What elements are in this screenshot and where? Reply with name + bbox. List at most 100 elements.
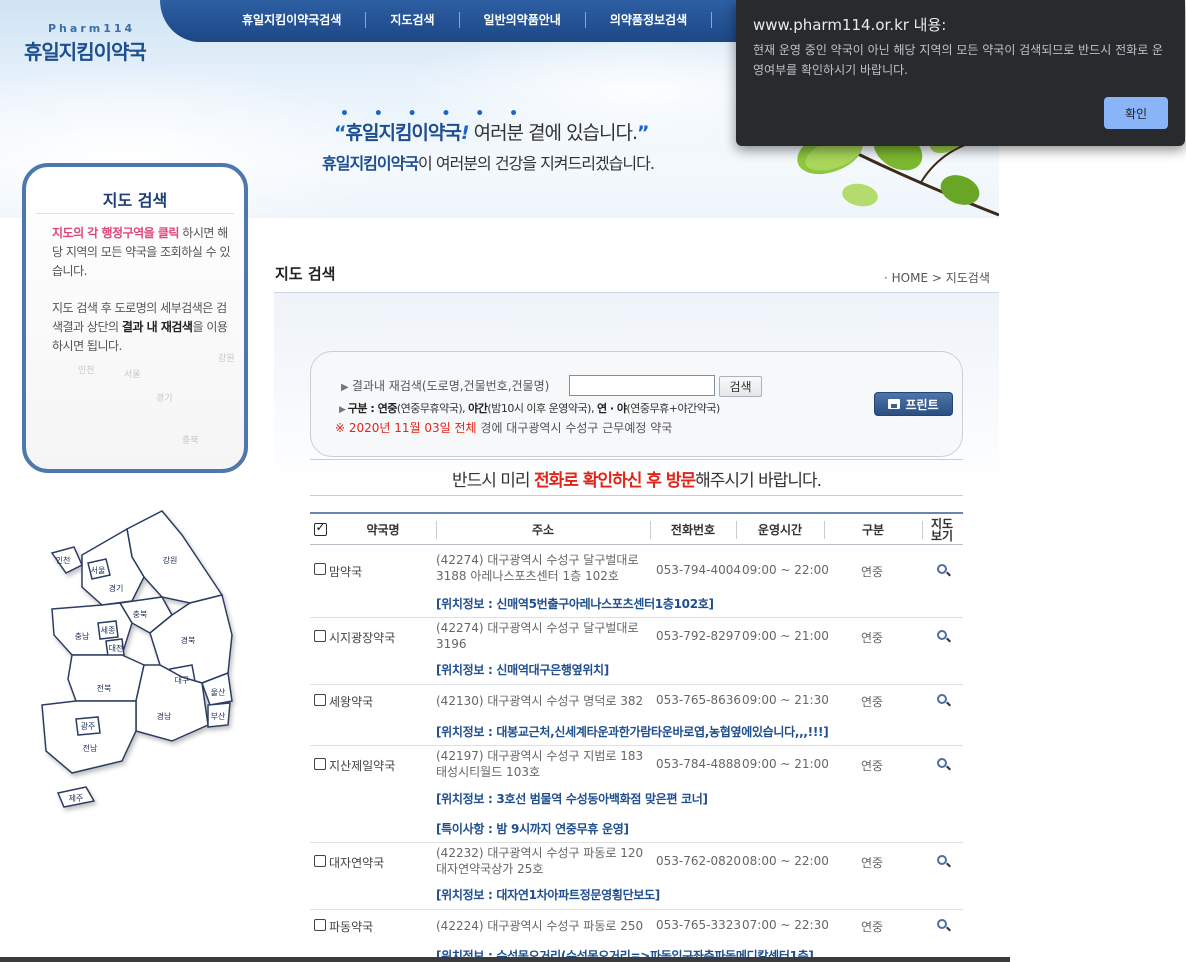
ghost-map-label: 강원 [218, 354, 235, 364]
legend-term: 연 · 야 [596, 402, 627, 415]
pharmacy-hours: 08:00 ~ 22:00 [742, 854, 829, 868]
location-info: [위치정보 : 신매역5번출구아레나스포츠센터1층102호] [436, 597, 714, 611]
divider [310, 459, 963, 460]
pharmacy-name[interactable]: 파동약국 [329, 918, 373, 935]
map-search-description-1: 지도의 각 행정구역을 클릭 하시면 해당 지역의 모든 약국을 조회하실 수 … [52, 224, 232, 281]
header-kind: 구분 [861, 522, 885, 537]
divider [274, 292, 999, 293]
korea-region-map: 인천 서울 강원 경기 충북 충남 세종 대전 경북 대구 전북 울산 경남 부… [41, 510, 233, 808]
row-checkbox[interactable] [314, 758, 326, 770]
pharmacy-phone: 053-784-4888 [656, 757, 742, 771]
slogan-brand: 휴일지킴이약국 [322, 154, 419, 173]
pharmacy-name[interactable]: 맘약국 [329, 563, 362, 580]
table-row: 대자연약국 (42232) 대구광역시 수성구 파동로 120 대자연약국상가 … [310, 843, 963, 910]
table-row: 파동약국 (42224) 대구광역시 수성구 파동로 250 053-765-3… [310, 910, 963, 962]
special-note: [특이사항 : 밤 9시까지 연중무휴 운영] [436, 822, 629, 836]
dialog-title: www.pharm114.or.kr 내용: [753, 16, 947, 34]
row-checkbox[interactable] [314, 694, 326, 706]
map-label: 광주 [81, 721, 96, 731]
map-region-jeonbuk[interactable] [67, 654, 145, 702]
pharmacy-name[interactable]: 대자연약국 [329, 854, 384, 871]
divider [36, 213, 234, 214]
row-checkbox[interactable] [314, 630, 326, 642]
map-view-icon[interactable] [937, 630, 947, 640]
nav-item-otc-medicine-guide[interactable]: 일반의약품안내 [460, 12, 586, 28]
location-info: [위치정보 : 신매역대구은행옆위치] [436, 663, 609, 677]
slogan-exclamation: ! [460, 122, 470, 144]
nav-item-holiday-pharmacy-search[interactable]: 휴일지킴이약국검색 [222, 12, 367, 28]
pharmacy-kind: 연중 [861, 631, 884, 645]
pharmacy-address: (42224) 대구광역시 수성구 파동로 250 [436, 919, 644, 933]
research-input[interactable] [569, 375, 715, 396]
table-row: 맘약국 (42274) 대구광역시 수성구 달구벌대로 3188 아레나스포츠센… [310, 546, 963, 618]
map-label: 대구 [175, 676, 190, 685]
map-label: 서울 [91, 566, 106, 575]
map-label: 대전 [109, 643, 124, 653]
pharmacy-address: (42232) 대구광역시 수성구 파동로 120 대자연약국상가 25호 [436, 846, 644, 876]
warning-text: 해주시기 바랍니다. [695, 471, 822, 491]
ghost-map-label: 경기 [156, 394, 173, 404]
map-label: 경북 [181, 635, 196, 645]
map-view-icon[interactable] [937, 919, 947, 929]
map-label: 제주 [69, 794, 84, 803]
pharmacy-kind: 연중 [861, 759, 884, 773]
horizontal-scrollbar[interactable] [0, 957, 1010, 962]
map-label: 울산 [211, 687, 226, 697]
map-label: 충남 [75, 632, 90, 641]
pharmacy-address: (42130) 대구광역시 수성구 명덕로 382 [436, 694, 644, 708]
result-search-panel: 결과내 재검색(도로명,건물번호,건물명) 검색 구분 : 연중(연중무휴약국)… [310, 351, 963, 457]
pharmacy-name[interactable]: 지산제일약국 [329, 757, 395, 774]
date-notice: ※ 2020년 11월 03일 전체 경에 대구광역시 수성구 근무예정 약국 [335, 419, 672, 436]
slogan-line-1: “휴일지킴이약국! 여러분 곁에 있습니다.” [334, 118, 649, 145]
ghost-map-label: 서울 [124, 370, 141, 380]
pharmacy-phone: 053-765-8636 [656, 693, 742, 707]
pharmacy-phone: 053-765-3323 [656, 918, 742, 932]
map-region-jeonnam[interactable] [41, 700, 137, 774]
visit-warning: 반드시 미리 전화로 확인하신 후 방문해주시기 바랍니다. [310, 466, 963, 491]
research-button[interactable]: 검색 [719, 376, 762, 397]
dialog-ok-button[interactable]: 확인 [1104, 97, 1168, 129]
pharmacy-kind: 연중 [861, 695, 884, 709]
column-separator [922, 521, 923, 539]
map-view-icon[interactable] [937, 855, 947, 865]
row-checkbox[interactable] [314, 855, 326, 867]
slogan-text: 이 여러분의 건강을 지켜드리겠습니다. [418, 154, 655, 173]
pharmacy-phone: 053-794-4004 [656, 563, 742, 577]
notice-date: ※ 2020년 11월 03일 전체 [335, 421, 477, 435]
ghost-map-label: 충북 [182, 436, 199, 446]
select-all-checkbox[interactable] [313, 521, 327, 536]
logo-title: 휴일지킴이약국 [24, 40, 147, 64]
nav-item-map-search[interactable]: 지도검색 [366, 12, 460, 28]
location-info: [위치정보 : 대자연1차아파트정문영횡단보도] [436, 888, 660, 902]
logo-subtitle: Pharm114 [48, 22, 136, 35]
pharmacy-name[interactable]: 시지광장약국 [329, 629, 395, 646]
row-checkbox[interactable] [314, 563, 326, 575]
pharmacy-hours: 09:00 ~ 21:30 [742, 693, 829, 707]
header-name[interactable]: 약국명 [330, 514, 436, 545]
print-button[interactable]: 프린트 [874, 392, 953, 416]
warning-text: 반드시 미리 [451, 471, 534, 491]
slogan-line-2: 휴일지킴이약국이 여러분의 건강을 지켜드리겠습니다. [322, 150, 655, 174]
map-label: 인천 [56, 555, 71, 565]
pharmacy-kind: 연중 [861, 856, 884, 870]
legend-note: (연중무휴+야간약국) [626, 402, 721, 415]
pharmacy-phone: 053-792-8297 [656, 629, 742, 643]
map-search-description-2: 지도 검색 후 도로명의 세부검색은 검색결과 상단의 결과 내 재검색을 이용… [52, 299, 236, 356]
map-view-icon[interactable] [937, 564, 947, 574]
print-label: 프린트 [905, 397, 939, 412]
pharmacy-table-header: 약국명 주소 전화번호 운영시간 구분 지도보기 [310, 512, 963, 545]
pharmacy-hours: 07:00 ~ 22:30 [742, 918, 829, 932]
nav-item-drug-info-search[interactable]: 의약품정보검색 [586, 12, 713, 28]
map-search-title: 지도 검색 [102, 191, 168, 210]
printer-icon [888, 399, 901, 409]
map-label: 경기 [109, 583, 124, 593]
select-all-cell [313, 514, 327, 545]
pharmacy-name[interactable]: 세왕약국 [329, 693, 373, 710]
legend-note: (연중무휴약국), [396, 402, 469, 415]
pharmacy-hours: 09:00 ~ 21:00 [742, 629, 829, 643]
row-checkbox[interactable] [314, 919, 326, 931]
map-view-icon[interactable] [937, 694, 947, 704]
category-legend: 구분 : 연중(연중무휴약국), 야간(밤10시 이후 운영약국), 연 · 야… [339, 400, 720, 416]
map-view-icon[interactable] [937, 758, 947, 768]
legend-term: 야간 [468, 402, 488, 415]
